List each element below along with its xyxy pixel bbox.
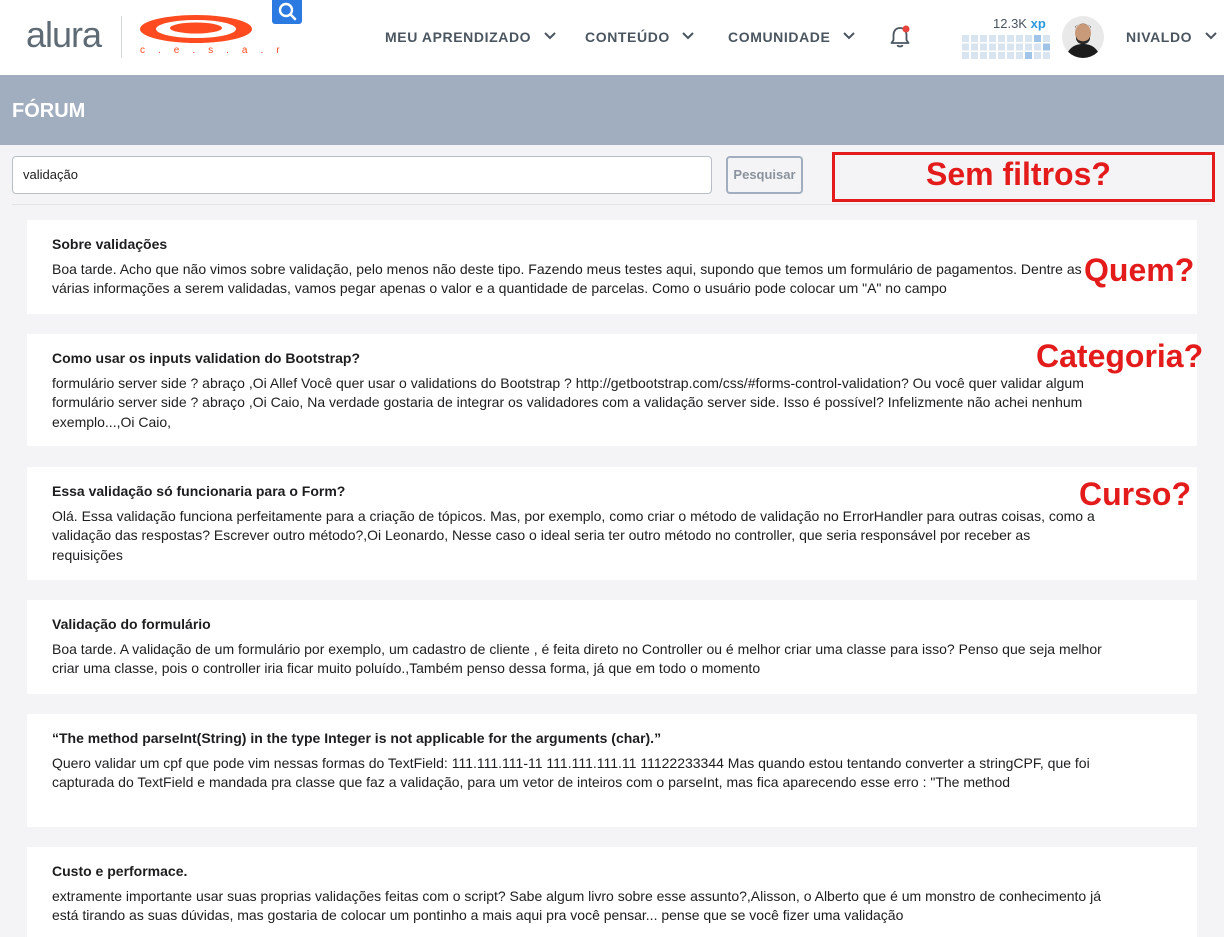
- result-title[interactable]: Validação do formulário: [52, 616, 1172, 632]
- result-card[interactable]: Sobre validações Boa tarde. Acho que não…: [27, 220, 1197, 314]
- forum-search-input[interactable]: validação: [12, 156, 712, 194]
- user-menu[interactable]: NIVALDO: [1126, 29, 1217, 45]
- chevron-down-icon: [843, 32, 855, 40]
- annotation-filters: Sem filtros?: [926, 156, 1111, 192]
- nav-conteudo[interactable]: CONTEÚDO: [585, 29, 695, 45]
- result-snippet: Boa tarde. Acho que não vimos sobre vali…: [52, 261, 1082, 297]
- xp-counter: 12.3K xp: [993, 16, 1046, 31]
- xp-activity-grid: [962, 35, 1050, 59]
- result-title[interactable]: Como usar os inputs validation do Bootst…: [52, 350, 1172, 366]
- top-header: alura c.e.s.a.r MEU APRENDIZADO CONTEÚDO…: [0, 0, 1224, 75]
- page-title: FÓRUM: [12, 100, 86, 122]
- result-title[interactable]: Sobre validações: [52, 236, 1172, 252]
- chevron-down-icon: [1204, 32, 1217, 40]
- result-card[interactable]: Validação do formulário Boa tarde. A val…: [27, 600, 1197, 694]
- header-search-button[interactable]: [272, 0, 302, 24]
- cesar-logo-text: c.e.s.a.r: [140, 45, 293, 56]
- annotation-category: Categoria?: [1036, 338, 1204, 374]
- forum-banner: FÓRUM: [0, 75, 1224, 145]
- xp-unit: xp: [1030, 16, 1046, 31]
- search-submit-button[interactable]: Pesquisar: [726, 156, 803, 194]
- chevron-down-icon: [543, 32, 556, 40]
- result-snippet: Boa tarde. A validação de um formulário …: [52, 641, 1102, 677]
- nav-comunidade[interactable]: COMUNIDADE: [728, 29, 855, 45]
- result-card[interactable]: Como usar os inputs validation do Bootst…: [27, 334, 1197, 446]
- user-name: NIVALDO: [1126, 29, 1193, 45]
- result-snippet: extramente importante usar suas proprias…: [52, 888, 1101, 924]
- notification-bell-icon[interactable]: [887, 24, 913, 50]
- result-title[interactable]: Essa validação só funcionaria para o For…: [52, 483, 1172, 499]
- search-icon: [278, 2, 297, 21]
- annotation-who: Quem?: [1084, 252, 1195, 288]
- nav-label: COMUNIDADE: [728, 29, 831, 45]
- logo-divider: [121, 16, 122, 58]
- result-title[interactable]: “The method parseInt(String) in the type…: [52, 730, 1172, 746]
- result-card[interactable]: “The method parseInt(String) in the type…: [27, 714, 1197, 827]
- result-title[interactable]: Custo e performace.: [52, 863, 1172, 879]
- xp-value: 12.3K: [993, 16, 1027, 31]
- user-avatar[interactable]: [1062, 16, 1104, 58]
- avatar-image: [1062, 16, 1104, 58]
- alura-logo[interactable]: alura: [26, 14, 102, 56]
- nav-label: CONTEÚDO: [585, 29, 670, 45]
- search-divider: [12, 204, 1212, 205]
- result-card[interactable]: Essa validação só funcionaria para o For…: [27, 467, 1197, 580]
- result-snippet: Olá. Essa validação funciona perfeitamen…: [52, 508, 1095, 563]
- result-snippet: Quero validar um cpf que pode vim nessas…: [52, 755, 1090, 791]
- nav-label: MEU APRENDIZADO: [385, 29, 532, 45]
- result-snippet: formulário server side ? abraço ,Oi Alle…: [52, 375, 1084, 430]
- annotation-course: Curso?: [1079, 476, 1191, 512]
- chevron-down-icon: [682, 32, 695, 40]
- result-card[interactable]: Custo e performace. extramente important…: [27, 847, 1197, 937]
- nav-meu-aprendizado[interactable]: MEU APRENDIZADO: [385, 29, 556, 45]
